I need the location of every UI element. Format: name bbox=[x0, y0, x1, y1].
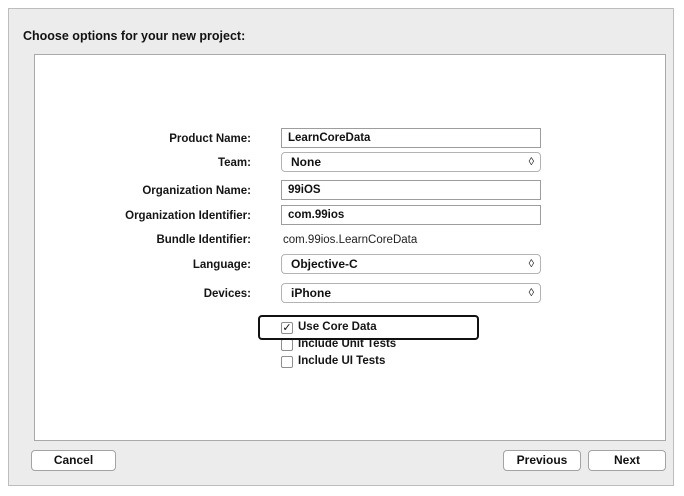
language-select-value: Objective-C bbox=[291, 257, 358, 271]
bundle-identifier-label: Bundle Identifier: bbox=[156, 234, 251, 246]
project-options-dialog: Choose options for your new project: Pro… bbox=[8, 8, 674, 486]
updown-chevron-icon: ◊ bbox=[528, 287, 534, 299]
team-select[interactable]: None ◊ bbox=[281, 152, 541, 172]
product-name-field[interactable]: LearnCoreData bbox=[281, 128, 541, 148]
organization-identifier-label: Organization Identifier: bbox=[125, 210, 251, 222]
dialog-title: Choose options for your new project: bbox=[23, 29, 246, 43]
language-label: Language: bbox=[192, 259, 251, 271]
include-ui-tests-checkbox[interactable] bbox=[281, 356, 293, 368]
updown-chevron-icon: ◊ bbox=[528, 258, 534, 270]
next-button[interactable]: Next bbox=[588, 450, 666, 471]
devices-select[interactable]: iPhone ◊ bbox=[281, 283, 541, 303]
options-panel bbox=[34, 54, 666, 441]
bundle-identifier-value: com.99ios.LearnCoreData bbox=[283, 234, 418, 246]
product-name-label: Product Name: bbox=[169, 133, 251, 145]
organization-name-label: Organization Name: bbox=[142, 185, 251, 197]
organization-name-field[interactable]: 99iOS bbox=[281, 180, 541, 200]
include-unit-tests-checkbox[interactable] bbox=[281, 339, 293, 351]
include-ui-tests-label: Include UI Tests bbox=[298, 355, 386, 367]
team-label: Team: bbox=[217, 157, 251, 169]
organization-identifier-field[interactable]: com.99ios bbox=[281, 205, 541, 225]
use-core-data-highlight-box bbox=[258, 315, 479, 340]
updown-chevron-icon: ◊ bbox=[528, 156, 534, 168]
team-select-value: None bbox=[291, 155, 321, 169]
language-select[interactable]: Objective-C ◊ bbox=[281, 254, 541, 274]
devices-label: Devices: bbox=[203, 288, 251, 300]
cancel-button[interactable]: Cancel bbox=[31, 450, 116, 471]
previous-button[interactable]: Previous bbox=[503, 450, 581, 471]
devices-select-value: iPhone bbox=[291, 286, 332, 300]
